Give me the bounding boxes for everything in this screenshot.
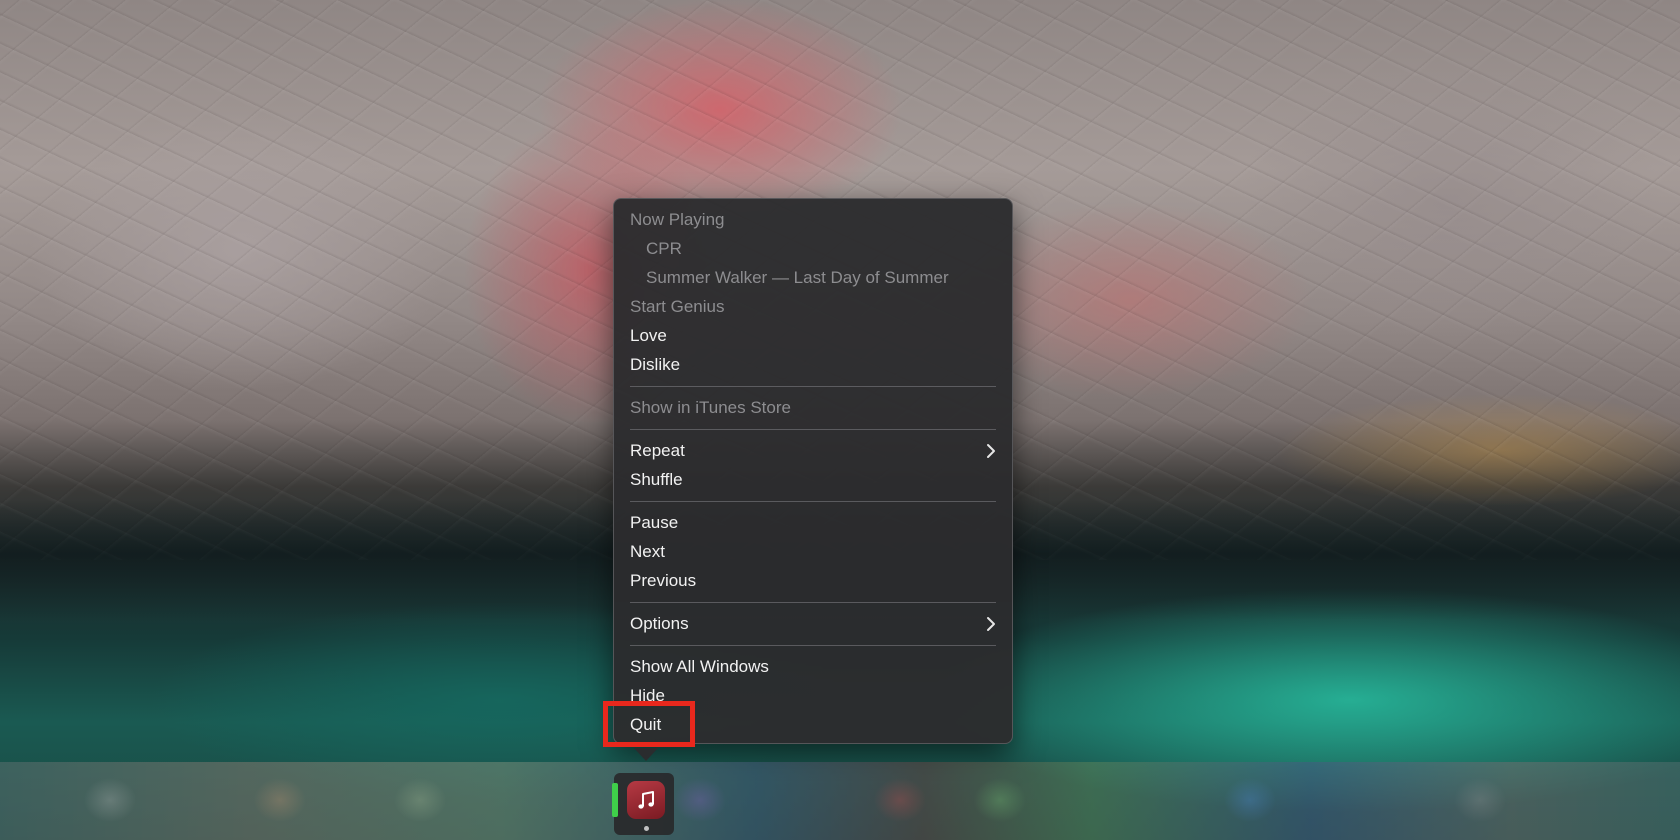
menu-item-track-artist-album: Summer Walker — Last Day of Summer bbox=[646, 268, 949, 287]
dock-background-icons bbox=[0, 762, 1680, 840]
menu-item-now-playing: Now Playing bbox=[630, 210, 725, 229]
menu-item-start-genius: Start Genius bbox=[630, 297, 725, 316]
menu-item-love[interactable]: Love bbox=[614, 321, 1012, 350]
music-note-icon bbox=[638, 791, 654, 809]
menu-item-options[interactable]: Options bbox=[614, 609, 1012, 638]
menu-pointer-arrow bbox=[634, 748, 658, 761]
menu-item-show-in-itunes-store: Show in iTunes Store bbox=[630, 398, 791, 417]
dock bbox=[0, 762, 1680, 840]
menu-item-repeat-label: Repeat bbox=[630, 441, 685, 460]
dock-context-menu: Now Playing CPR Summer Walker — Last Day… bbox=[613, 198, 1013, 744]
chevron-right-icon bbox=[984, 436, 998, 465]
menu-separator bbox=[630, 645, 996, 646]
quit-highlight-box bbox=[603, 701, 695, 747]
menu-item-repeat[interactable]: Repeat bbox=[614, 436, 1012, 465]
dock-neighbor-app-edge[interactable] bbox=[612, 783, 618, 817]
chevron-right-icon bbox=[984, 609, 998, 638]
menu-separator bbox=[630, 386, 996, 387]
menu-item-show-all-windows[interactable]: Show All Windows bbox=[614, 652, 1012, 681]
app-running-indicator bbox=[644, 826, 649, 831]
menu-separator bbox=[630, 602, 996, 603]
menu-separator bbox=[630, 501, 996, 502]
menu-item-options-label: Options bbox=[630, 614, 689, 633]
menu-item-previous[interactable]: Previous bbox=[614, 566, 1012, 595]
music-icon[interactable] bbox=[627, 781, 665, 819]
menu-item-track-title: CPR bbox=[646, 239, 682, 258]
menu-item-dislike[interactable]: Dislike bbox=[614, 350, 1012, 379]
menu-item-next[interactable]: Next bbox=[614, 537, 1012, 566]
menu-separator bbox=[630, 429, 996, 430]
menu-item-shuffle[interactable]: Shuffle bbox=[614, 465, 1012, 494]
menu-item-pause[interactable]: Pause bbox=[614, 508, 1012, 537]
